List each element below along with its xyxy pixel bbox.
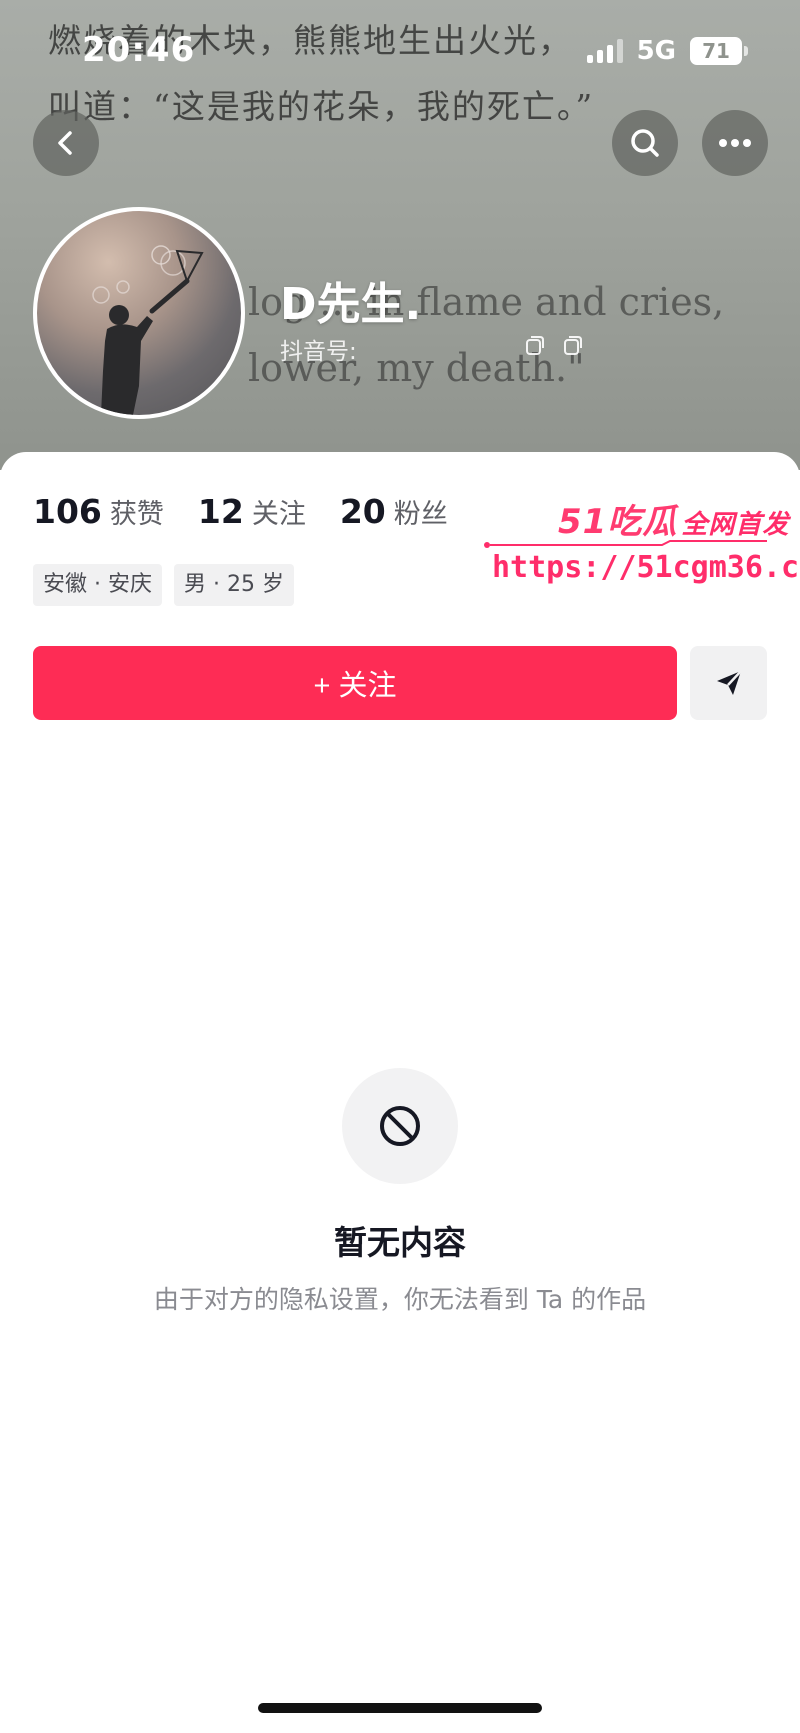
send-icon — [716, 670, 742, 695]
more-button[interactable] — [702, 110, 768, 176]
back-button[interactable] — [33, 110, 99, 176]
douyin-id-label: 抖音号: — [280, 339, 357, 365]
status-time: 20:46 — [82, 30, 196, 70]
stat-likes[interactable]: 106 获赞 — [33, 492, 164, 531]
signal-icon — [586, 39, 623, 63]
location-tag: 安徽 · 安庆 — [33, 564, 162, 606]
stat-following[interactable]: 12 关注 — [198, 492, 306, 531]
search-button[interactable] — [612, 110, 678, 176]
profile-panel: 106 获赞 12 关注 20 粉丝 安徽 · 安庆 男 · 25 岁 + 关注… — [0, 452, 800, 1733]
profile-tags: 安徽 · 安庆 男 · 25 岁 — [33, 564, 294, 606]
more-horizontal-icon — [719, 139, 751, 147]
watermark-url: https://51cgm36.com — [492, 550, 800, 585]
battery-level: 71 — [702, 39, 730, 63]
watermark-tagline: 全网首发 — [681, 510, 790, 540]
copy-icon[interactable] — [560, 333, 584, 357]
stat-label: 粉丝 — [393, 499, 448, 530]
cover-quote-cn-line2: 叫道：“这是我的花朵，我的死亡。” — [48, 87, 595, 126]
empty-state-title: 暂无内容 — [334, 1223, 466, 1262]
avatar[interactable] — [33, 207, 245, 419]
profile-nickname: D先生. — [280, 279, 422, 330]
profile-cover: 燃烧着的木块，熊熊地生出火光， 叫道：“这是我的花朵，我的死亡。” log ..… — [0, 0, 800, 470]
watermark-brand: 51吃瓜 全网首发 — [558, 494, 789, 543]
stat-value: 20 — [339, 492, 386, 531]
avatar-silhouette-icon — [92, 245, 204, 415]
stat-value: 12 — [197, 492, 244, 531]
home-indicator[interactable] — [258, 1703, 542, 1713]
empty-state-description: 由于对方的隐私设置，你无法看到 Ta 的作品 — [153, 1285, 647, 1314]
copy-icon[interactable] — [522, 333, 546, 357]
watermark-line-icon — [484, 540, 767, 548]
stat-followers[interactable]: 20 粉丝 — [340, 492, 448, 531]
gender-age-tag: 男 · 25 岁 — [173, 564, 294, 606]
battery-icon: 71 — [690, 37, 748, 65]
block-icon — [380, 1106, 420, 1146]
stat-value: 106 — [33, 492, 102, 531]
follow-button-label: + 关注 — [313, 670, 397, 702]
search-icon — [631, 129, 659, 157]
watermark: 51吃瓜全网首发 https://51cgm36.com — [482, 494, 800, 594]
share-button[interactable] — [690, 646, 767, 720]
follow-button[interactable]: + 关注 — [33, 646, 677, 720]
stat-label: 关注 — [251, 499, 306, 530]
watermark-brand-name: 51吃瓜 — [558, 502, 678, 542]
profile-stats: 106 获赞 12 关注 20 粉丝 — [33, 492, 448, 531]
empty-state-icon-wrapper — [342, 1068, 458, 1184]
network-type: 5G — [636, 36, 676, 66]
chevron-left-icon — [58, 131, 72, 155]
status-indicators: 5G 71 — [586, 36, 748, 66]
stat-label: 获赞 — [109, 499, 164, 530]
